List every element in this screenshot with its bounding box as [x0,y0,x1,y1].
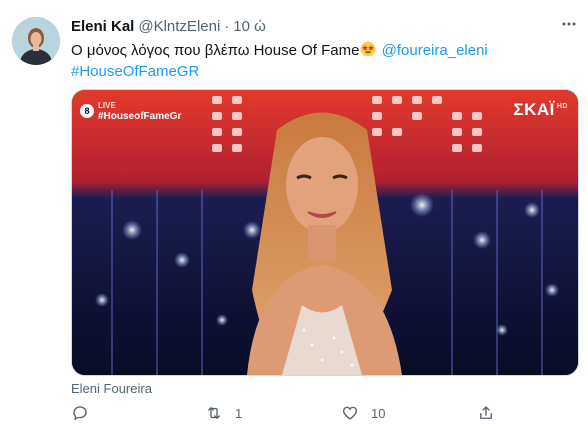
live-number: 8 [80,104,94,118]
tweet[interactable]: Eleni Kal @KlntzEleni · 10 ώ Ο μόνος λόγ… [0,0,588,421]
channel-suffix: HD [556,103,568,111]
media-caption: Eleni Foureira [71,381,152,396]
share-icon [477,404,495,422]
like-count: 10 [371,405,386,421]
share-button[interactable] [477,404,495,422]
retweet-count: 1 [235,405,243,421]
live-label: LIVE [98,101,116,110]
user-handle[interactable]: @KlntzEleni [138,18,220,35]
tweet-media[interactable]: 8 LIVE #HouseofFameGr ΣΚΑΪ HD [71,89,579,376]
live-hashtag: #HouseofFameGr [98,111,182,122]
separator-dot: · [224,17,230,35]
reply-icon [71,404,89,422]
hashtag-link[interactable]: #HouseOfFameGR [71,63,199,80]
live-badge: 8 LIVE #HouseofFameGr [80,100,181,122]
tweet-text-body: Ο μόνος λόγος που βλέπω House Of Fame [71,42,360,59]
avatar[interactable] [12,17,60,65]
heart-icon [341,404,359,422]
mention-link[interactable]: @foureira_eleni [382,42,488,59]
display-name[interactable]: Eleni Kal [71,18,134,35]
like-button[interactable]: 10 [341,404,385,422]
reply-button[interactable] [71,404,101,422]
star-struck-emoji-icon [360,41,376,57]
more-icon[interactable] [561,16,577,32]
tweet-header: Eleni Kal @KlntzEleni · 10 ώ [71,16,266,36]
retweet-icon [205,404,223,422]
channel-logo: ΣΚΑΪ HD [513,100,568,120]
tweet-time[interactable]: 10 ώ [233,18,266,35]
tweet-text: Ο μόνος λόγος που βλέπω House Of Fame @f… [71,40,571,82]
tweet-actions: 1 10 [71,404,501,424]
media-image [72,90,578,375]
retweet-button[interactable]: 1 [205,404,242,422]
channel-name: ΣΚΑΪ [513,100,555,119]
